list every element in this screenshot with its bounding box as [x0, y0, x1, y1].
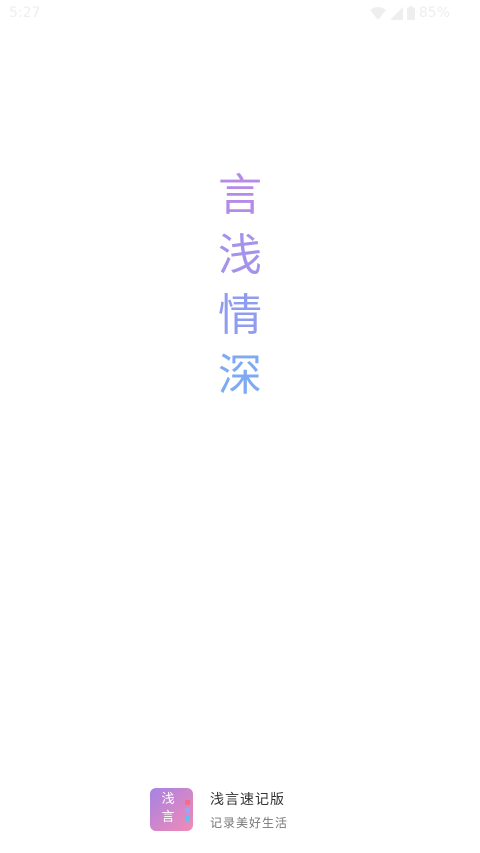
slogan-vertical: 言 浅 情 深	[0, 166, 480, 406]
splash-screen: 5:27 85% 言 浅 情 深 浅 言 浅言速记版 记录美好生活	[0, 0, 480, 853]
app-logo-icon: 浅 言	[150, 788, 193, 831]
slogan-char-3: 情	[218, 290, 262, 341]
battery-icon	[406, 6, 415, 20]
cell-signal-icon	[389, 6, 403, 20]
app-tagline: 记录美好生活	[210, 815, 289, 830]
battery-percent: 85%	[418, 5, 450, 21]
app-logo-dots	[185, 800, 190, 821]
app-name: 浅言速记版	[210, 791, 285, 808]
app-logo-text: 浅 言	[161, 792, 175, 825]
slogan-char-1: 言	[218, 170, 262, 221]
wifi-icon	[369, 6, 386, 20]
slogan-char-2: 浅	[218, 230, 262, 281]
status-bar: 5:27 85%	[0, 0, 480, 26]
slogan-char-4: 深	[218, 350, 262, 401]
brand-text: 浅言速记版 记录美好生活	[210, 789, 288, 831]
status-icons: 85%	[369, 5, 450, 21]
brand-footer: 浅 言 浅言速记版 记录美好生活	[150, 788, 288, 831]
status-time: 5:27	[9, 5, 41, 21]
